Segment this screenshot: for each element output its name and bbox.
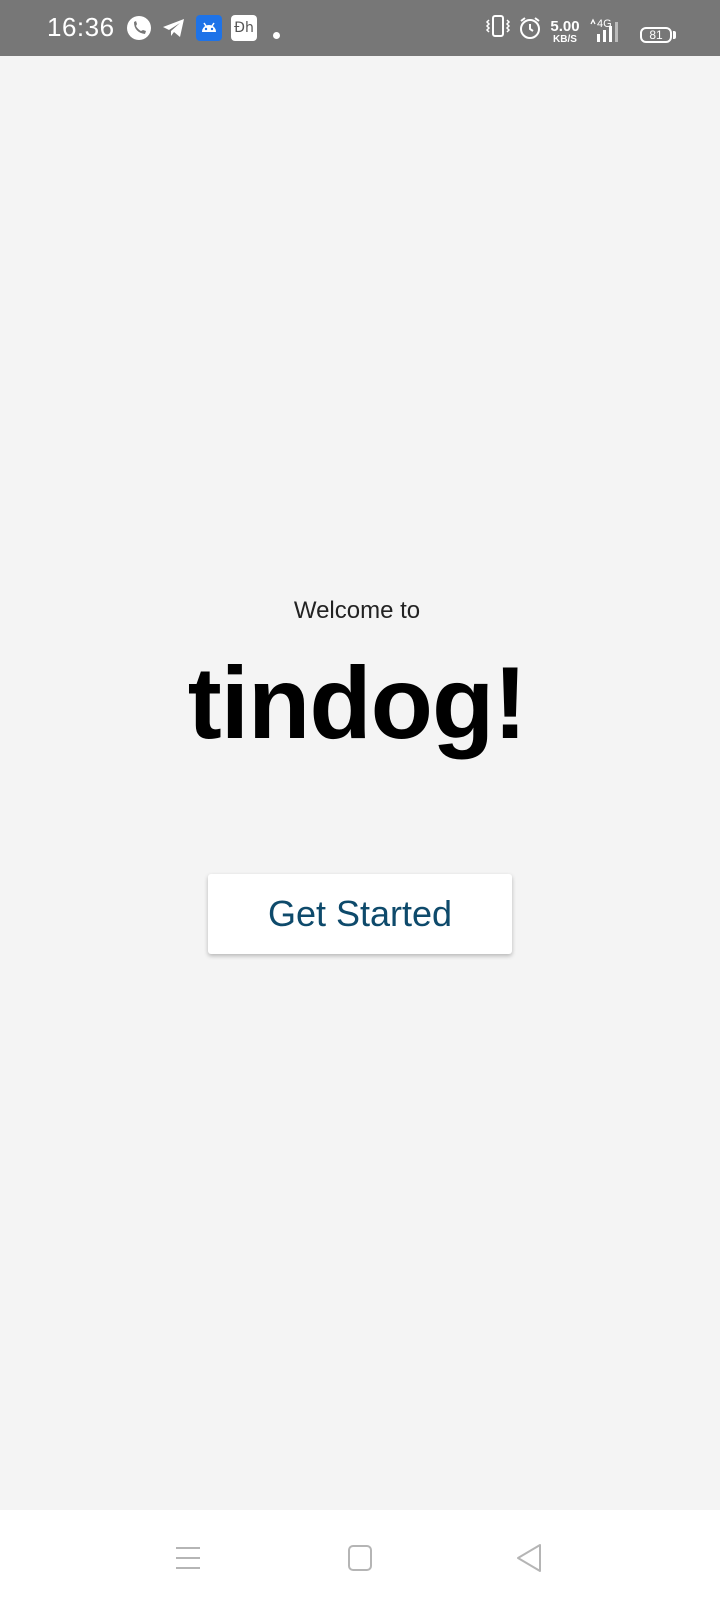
status-bar: 16:36 Ðh 5.00 KB/S 4G 81 (0, 0, 720, 56)
navigation-bar (0, 1510, 720, 1600)
alarm-icon (516, 13, 544, 41)
android-icon (196, 15, 222, 41)
vibrate-icon (484, 12, 512, 40)
notification-dot-icon (273, 32, 280, 39)
home-icon[interactable] (342, 1540, 378, 1576)
back-icon[interactable] (512, 1540, 548, 1576)
app-title: tindog! (187, 646, 528, 760)
telegram-icon (160, 14, 188, 42)
network-speed: 5.00 KB/S (548, 18, 582, 46)
dh-app-icon: Ðh (231, 15, 257, 41)
get-started-button[interactable]: Get Started (208, 874, 512, 954)
menu-icon[interactable] (170, 1540, 206, 1576)
network-speed-unit: KB/S (553, 34, 577, 45)
battery-tip (673, 31, 676, 39)
phone-icon (125, 14, 153, 42)
welcome-text: Welcome to (293, 597, 421, 624)
clock: 16:36 (47, 12, 115, 42)
battery-icon: 81 (640, 27, 672, 43)
4g-signal-icon: 4G (588, 14, 626, 44)
network-speed-value: 5.00 (550, 18, 580, 35)
